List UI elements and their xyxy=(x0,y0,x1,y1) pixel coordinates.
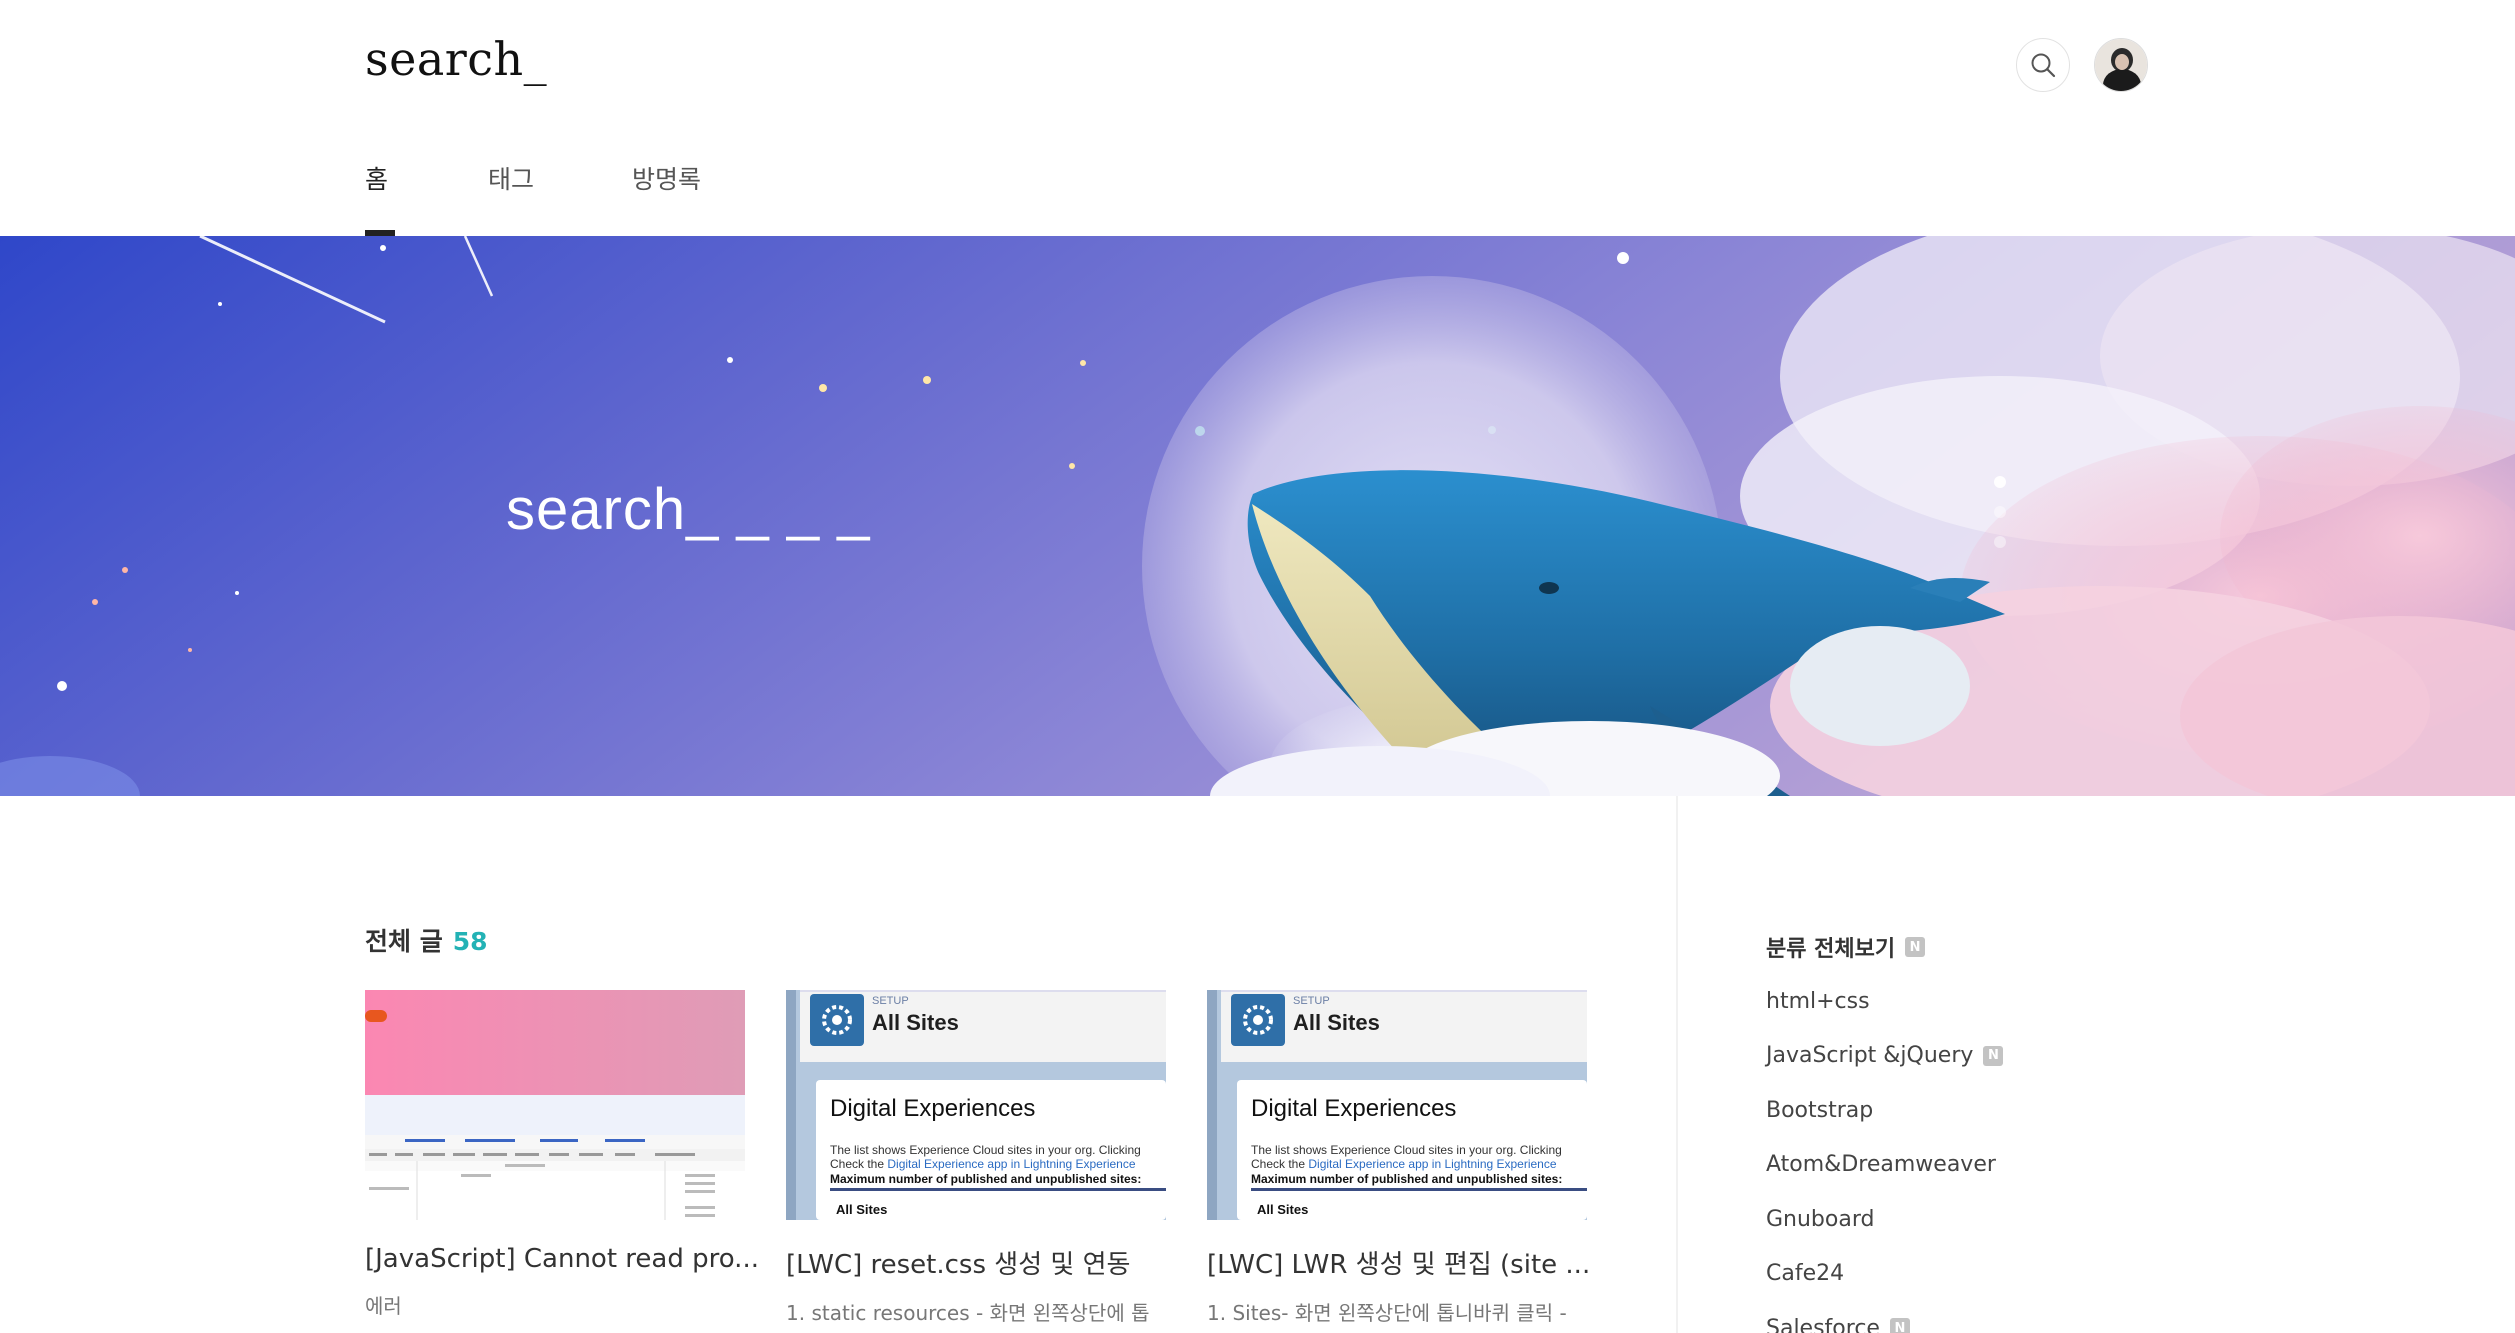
setup-header: All Sites xyxy=(1293,1010,1380,1035)
tab-home[interactable]: 홈 xyxy=(365,160,488,236)
setup-label: SETUP xyxy=(1293,995,1330,1007)
content-divider xyxy=(1676,796,1678,1333)
thumb-title: Digital Experiences xyxy=(1251,1095,1456,1122)
posts-count: 58 xyxy=(452,927,488,956)
thumb-line3: Maximum number of published and unpublis… xyxy=(1251,1172,1562,1186)
avatar-image xyxy=(2095,39,2147,91)
tab-home-label: 홈 xyxy=(365,165,389,194)
salesforce-setup-screenshot: SETUP All Sites Digital Experiences The … xyxy=(1207,990,1587,1220)
category-all-link[interactable]: 분류 전체보기 N xyxy=(1766,920,2366,974)
post-card[interactable]: SETUP All Sites Digital Experiences The … xyxy=(786,990,1166,1326)
category-item-javascript[interactable]: JavaScript &jQuery N xyxy=(1766,1029,2366,1084)
post-summary: 에러 xyxy=(365,1294,402,1318)
profile-avatar[interactable] xyxy=(2094,38,2148,92)
category-heading: 분류 전체보기 xyxy=(1766,937,1896,962)
thumb-line2a: Check the xyxy=(1251,1157,1308,1171)
hero-illustration xyxy=(0,236,2515,796)
setup-header: All Sites xyxy=(872,1010,959,1035)
setup-label: SETUP xyxy=(872,995,909,1007)
post-thumbnail: SETUP All Sites Digital Experiences The … xyxy=(786,990,1166,1220)
search-icon xyxy=(2031,53,2056,78)
post-title[interactable]: [JavaScript] Cannot read pro... xyxy=(365,1244,759,1274)
category-sidebar: 분류 전체보기 N html+css JavaScript &jQuery N … xyxy=(1766,920,2366,1333)
tab-tags[interactable]: 태그 xyxy=(488,160,632,236)
new-badge-icon: N xyxy=(1889,1318,1910,1333)
post-summary: 1. static resources - 화면 왼쪽상단에 톱 xyxy=(786,1301,1150,1325)
svg-text:Check the Digital Experience a: Check the Digital Experience app in Ligh… xyxy=(830,1157,1136,1171)
category-item-bootstrap[interactable]: Bootstrap xyxy=(1766,1083,2366,1138)
post-thumbnail xyxy=(365,990,745,1220)
category-label: Atom&Dreamweaver xyxy=(1766,1152,1996,1178)
post-summary: 1. Sites- 화면 왼쪽상단에 톱니바퀴 클릭 - xyxy=(1207,1301,1567,1325)
thumb-line1: The list shows Experience Cloud sites in… xyxy=(830,1143,1141,1157)
category-label: Salesforce xyxy=(1766,1315,1880,1333)
slide-dot-1[interactable] xyxy=(1994,476,2006,488)
svg-text:Check the Digital Experience a: Check the Digital Experience app in Ligh… xyxy=(1251,1157,1557,1171)
category-item-html-css[interactable]: html+css xyxy=(1766,974,2366,1029)
hero-banner[interactable]: search_ _ _ _ xyxy=(0,236,2515,796)
thumb-line1: The list shows Experience Cloud sites in… xyxy=(1251,1143,1562,1157)
site-header: search_ 홈 태그 방명록 xyxy=(0,0,2515,236)
new-badge-icon: N xyxy=(1983,1045,2004,1066)
new-badge-icon: N xyxy=(1905,937,1926,957)
slide-dot-3[interactable] xyxy=(1994,536,2006,548)
category-item-salesforce[interactable]: Salesforce N xyxy=(1766,1301,2366,1333)
salesforce-setup-screenshot: SETUP All Sites Digital Experiences The … xyxy=(786,990,1166,1220)
thumb-line2b: Digital Experience app in Lightning Expe… xyxy=(887,1157,1135,1171)
category-label: Gnuboard xyxy=(1766,1206,1875,1232)
category-item-atom-dreamweaver[interactable]: Atom&Dreamweaver xyxy=(1766,1138,2366,1193)
main-nav: 홈 태그 방명록 xyxy=(365,160,752,236)
devtools-screenshot xyxy=(365,990,745,1220)
posts-heading-label: 전체 글 xyxy=(365,927,443,956)
category-item-gnuboard[interactable]: Gnuboard xyxy=(1766,1192,2366,1247)
thumb-line3: Maximum number of published and unpublis… xyxy=(830,1172,1141,1186)
category-label: JavaScript &jQuery xyxy=(1766,1043,1974,1069)
slide-dot-2[interactable] xyxy=(1994,506,2006,518)
post-card[interactable]: [JavaScript] Cannot read pro... 에러 xyxy=(365,990,759,1319)
category-label: Bootstrap xyxy=(1766,1097,1874,1123)
category-label: html+css xyxy=(1766,988,1870,1014)
category-item-cafe24[interactable]: Cafe24 xyxy=(1766,1247,2366,1302)
tab-guestbook[interactable]: 방명록 xyxy=(632,160,752,236)
post-title[interactable]: [LWC] LWR 생성 및 편집 (site ... xyxy=(1207,1244,1590,1281)
slide-indicators xyxy=(1994,476,2006,548)
posts-heading: 전체 글 58 xyxy=(365,922,488,958)
search-button[interactable] xyxy=(2016,38,2070,92)
tab-tags-label: 태그 xyxy=(488,165,535,194)
site-logo[interactable]: search_ xyxy=(365,32,547,86)
post-thumbnail: SETUP All Sites Digital Experiences The … xyxy=(1207,990,1587,1220)
thumb-line4: All Sites xyxy=(1257,1202,1308,1217)
post-title[interactable]: [LWC] reset.css 생성 및 연동 xyxy=(786,1244,1166,1281)
thumb-title: Digital Experiences xyxy=(830,1095,1035,1122)
hero-title: search_ _ _ _ xyxy=(506,477,871,542)
tab-guestbook-label: 방명록 xyxy=(632,165,702,194)
thumb-line4: All Sites xyxy=(836,1202,887,1217)
category-label: Cafe24 xyxy=(1766,1261,1845,1287)
post-card[interactable]: SETUP All Sites Digital Experiences The … xyxy=(1207,990,1590,1326)
thumb-line2b: Digital Experience app in Lightning Expe… xyxy=(1308,1157,1556,1171)
thumb-line2a: Check the xyxy=(830,1157,887,1171)
